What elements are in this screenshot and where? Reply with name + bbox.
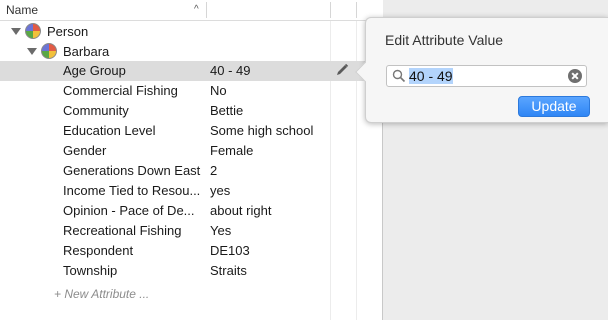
- attribute-value: yes: [210, 183, 231, 198]
- node-icon: [25, 23, 41, 39]
- tree-item-person[interactable]: Person: [11, 21, 88, 41]
- disclosure-triangle-icon[interactable]: [11, 27, 21, 35]
- attribute-value: about right: [210, 203, 272, 218]
- attribute-row[interactable]: Respondent DE103: [0, 241, 383, 261]
- attribute-key: Recreational Fishing: [63, 223, 182, 238]
- attribute-value: Bettie: [210, 103, 244, 118]
- attribute-row[interactable]: Gender Female: [0, 141, 383, 161]
- attribute-key: Commercial Fishing: [63, 83, 178, 98]
- attribute-value: 40 - 49: [210, 63, 251, 78]
- attribute-value: 2: [210, 163, 218, 178]
- clear-icon[interactable]: [568, 69, 582, 83]
- selected-text: 40 - 49: [409, 68, 453, 84]
- tree-item-barbara[interactable]: Barbara: [27, 41, 109, 61]
- attribute-key: Respondent: [63, 243, 134, 258]
- column-header: Name ^: [0, 0, 383, 21]
- input-value[interactable]: 40 - 49: [409, 68, 453, 84]
- attribute-value: No: [210, 83, 227, 98]
- disclosure-triangle-icon[interactable]: [27, 47, 37, 55]
- new-attribute-button[interactable]: + New Attribute ...: [54, 287, 149, 301]
- column-separator[interactable]: [206, 2, 207, 18]
- attribute-value: Some high school: [210, 123, 314, 138]
- pencil-icon[interactable]: [334, 62, 350, 78]
- update-button[interactable]: Update: [518, 96, 590, 117]
- node-icon: [41, 43, 57, 59]
- outline-view: Name ^ Person Barbara Age Group 40 - 49 Co…: [0, 0, 383, 320]
- attribute-row[interactable]: Generations Down East 2: [0, 161, 383, 181]
- column-separator[interactable]: [356, 2, 357, 18]
- edit-attribute-popover: Edit Attribute Value 40 - 49 Update: [355, 17, 608, 123]
- attribute-key: Township: [63, 263, 118, 278]
- attribute-row[interactable]: Community Bettie: [0, 101, 383, 121]
- attribute-value: Straits: [210, 263, 247, 278]
- column-header-name[interactable]: Name: [6, 3, 38, 17]
- attribute-row[interactable]: Township Straits: [0, 261, 383, 281]
- attribute-key: Gender: [63, 143, 107, 158]
- column-separator[interactable]: [330, 2, 331, 18]
- attribute-key: Age Group: [63, 63, 126, 78]
- attribute-key: Education Level: [63, 123, 156, 138]
- attribute-value: Female: [210, 143, 254, 158]
- search-icon: [392, 69, 406, 83]
- popover-title: Edit Attribute Value: [385, 32, 504, 48]
- attribute-row[interactable]: Age Group 40 - 49: [0, 61, 383, 81]
- chevron-up-icon: ^: [194, 4, 199, 15]
- attribute-key: Income Tied to Resou...: [63, 183, 201, 198]
- attribute-row[interactable]: Opinion - Pace of De... about right: [0, 201, 383, 221]
- attribute-value: Yes: [210, 223, 232, 238]
- tree-item-label: Barbara: [63, 43, 110, 59]
- attribute-value: DE103: [210, 243, 250, 258]
- attribute-row[interactable]: Income Tied to Resou... yes: [0, 181, 383, 201]
- attribute-key: Community: [63, 103, 129, 118]
- attribute-row[interactable]: Education Level Some high school: [0, 121, 383, 141]
- attribute-key: Opinion - Pace of De...: [63, 203, 195, 218]
- attribute-value-input[interactable]: 40 - 49: [386, 65, 587, 87]
- attribute-key: Generations Down East: [63, 163, 201, 178]
- attribute-row[interactable]: Recreational Fishing Yes: [0, 221, 383, 241]
- tree-item-label: Person: [47, 23, 89, 39]
- attribute-row[interactable]: Commercial Fishing No: [0, 81, 383, 101]
